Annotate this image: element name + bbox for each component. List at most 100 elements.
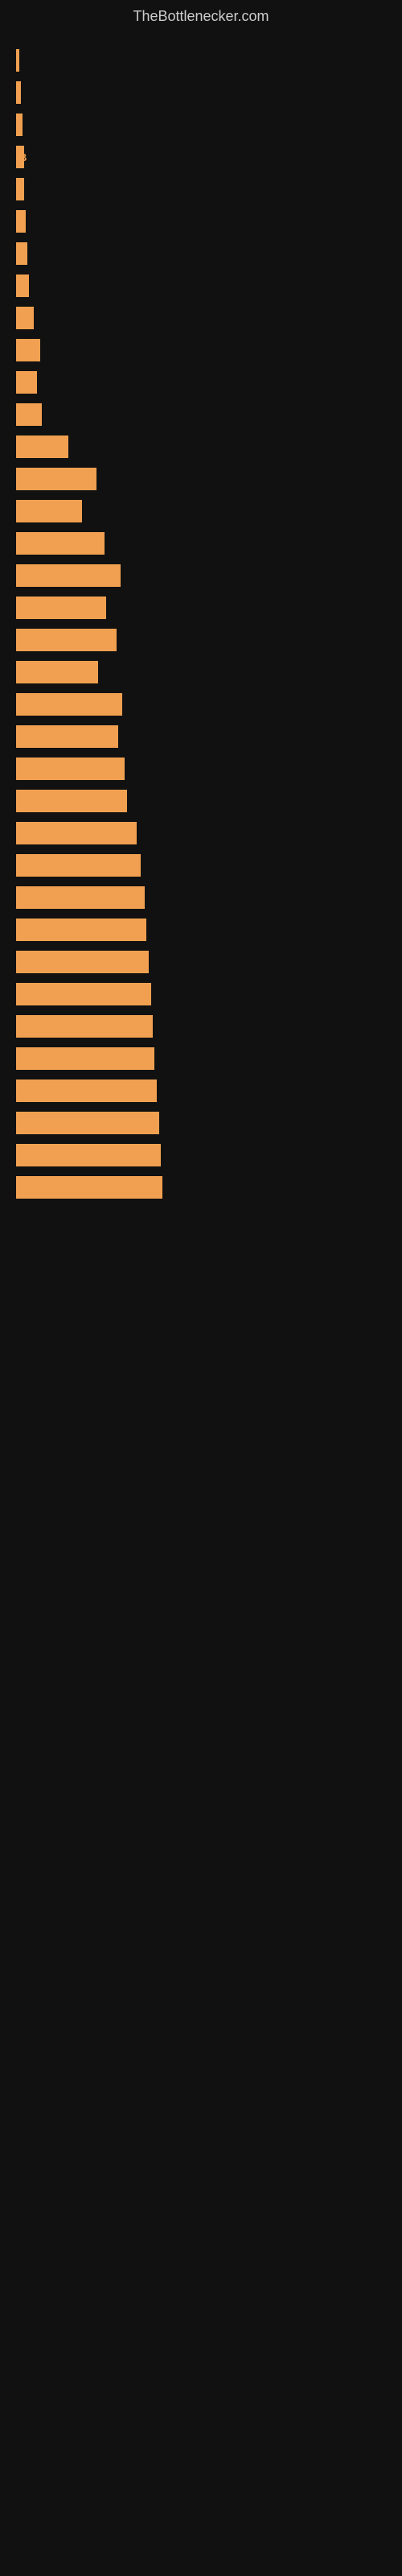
bar-label: Bottleneck result <box>19 795 104 807</box>
bar-label: Bo <box>19 312 33 324</box>
bar-label: Bottleneck result <box>19 828 104 840</box>
site-title: TheBottlenecker.com <box>0 0 402 41</box>
bar-block <box>16 81 21 104</box>
bar-row: Bottleneck result <box>16 693 386 716</box>
bar-block: Bottleneck result <box>16 1144 161 1166</box>
bar-row: Bottleneck result <box>16 790 386 812</box>
bar-block: Bottleneck result <box>16 790 127 812</box>
bar-label: B <box>19 248 27 260</box>
bar-row: Bottleneck result <box>16 1112 386 1134</box>
bar-row <box>16 210 386 233</box>
bar-row: Bottleneck result <box>16 919 386 941</box>
bar-block: Bottleneck result <box>16 886 145 909</box>
bar-row <box>16 49 386 72</box>
bar-row: Bottleneck result <box>16 1015 386 1038</box>
bar-block: Bottleneck result <box>16 1047 154 1070</box>
bar-label: Bottleneck result <box>19 570 104 582</box>
bar-label: Bottleneck resul <box>19 634 100 646</box>
bar-label: Bo <box>19 377 33 389</box>
bar-label: Bottleneck result <box>19 1117 104 1129</box>
bar-block: Bottlene <box>16 436 68 458</box>
bar-block: Bottleneck result <box>16 919 146 941</box>
bar-block: Bottleneck result <box>16 693 122 716</box>
bar-row: Bottleneck result <box>16 1144 386 1166</box>
bar-label: Bottleneck result <box>19 1021 104 1033</box>
bar-block <box>16 178 24 200</box>
bar-row: Bottleneck res <box>16 597 386 619</box>
bar-block <box>16 114 23 136</box>
bar-label: Bottleneck result <box>19 956 104 968</box>
bar-block: Bott <box>16 403 42 426</box>
bar-row: Bottlene <box>16 436 386 458</box>
bar-block: Bott <box>16 339 40 361</box>
bar-block: B <box>16 242 27 265</box>
bar-row: Bottleneck resul <box>16 725 386 748</box>
bar-row: Bottleneck result <box>16 1176 386 1199</box>
bar-block: Bottleneck res <box>16 532 105 555</box>
bar-block: Bottleneck result <box>16 951 149 973</box>
bar-block: Bottleneck resul <box>16 629 117 651</box>
bar-label: Bottleneck result <box>19 1053 104 1065</box>
bar-block: Bottleneck result <box>16 1080 157 1102</box>
bar-label: Bottleneck result <box>19 892 104 904</box>
bar-block: B <box>16 146 24 168</box>
bar-row: Bottleneck result <box>16 983 386 1005</box>
bar-label: Bottleneck result <box>19 1085 104 1097</box>
bar-row: Bottleneck result <box>16 822 386 844</box>
bar-label: Bottleneck res <box>19 538 92 550</box>
bar-row: Bottleneck result <box>16 564 386 587</box>
bar-row: Bottleneck result <box>16 1047 386 1070</box>
bar-block: Bottleneck result <box>16 758 125 780</box>
bar-row: Bottleneck res <box>16 532 386 555</box>
bar-row: Bottleneck re <box>16 468 386 490</box>
bar-block: Bottleneck <box>16 500 82 522</box>
bar-block: Bottleneck resul <box>16 725 118 748</box>
bar-block: Bottleneck result <box>16 983 151 1005</box>
bar-row: Bottleneck result <box>16 1080 386 1102</box>
bar-label: Bott <box>19 345 40 357</box>
bar-row: Bottleneck result <box>16 758 386 780</box>
bar-label: Bott <box>19 409 40 421</box>
bar-label: Bottleneck result <box>19 1150 104 1162</box>
bar-row <box>16 178 386 200</box>
bar-block: Bottleneck re <box>16 468 96 490</box>
bar-block <box>16 49 19 72</box>
bar-row: B <box>16 275 386 297</box>
bar-row: Bottleneck result <box>16 951 386 973</box>
bar-row: Bott <box>16 339 386 361</box>
bar-label: Bottleneck result <box>19 989 104 1001</box>
bar-label: Bottleneck <box>19 506 72 518</box>
bar-label: Bottleneck re <box>19 667 85 679</box>
bar-label: Bottlene <box>19 441 61 453</box>
bar-block: Bottleneck result <box>16 822 137 844</box>
bar-label: Bottleneck result <box>19 699 104 711</box>
bar-block: Bottleneck result <box>16 1015 153 1038</box>
bar-row: Bottleneck <box>16 500 386 522</box>
bar-label: Bottleneck result <box>19 924 104 936</box>
bar-label: B <box>19 151 27 163</box>
bar-label: Bottleneck result <box>19 763 104 775</box>
bar-block: Bo <box>16 307 34 329</box>
bar-block: B <box>16 275 29 297</box>
bar-row: Bo <box>16 307 386 329</box>
bar-label: Bottleneck res <box>19 602 92 614</box>
bar-label: Bottleneck re <box>19 473 85 485</box>
bar-block: Bottleneck result <box>16 1176 162 1199</box>
bar-row: Bott <box>16 403 386 426</box>
bar-row: Bottleneck resul <box>16 629 386 651</box>
bar-label: Bottleneck resul <box>19 731 100 743</box>
bar-row: B <box>16 146 386 168</box>
bar-block: Bo <box>16 371 37 394</box>
bars-container: B B B Bo Bott Bo Bott Bottlene Bottleneck re Bott… <box>0 41 402 1216</box>
bar-row: Bottleneck result <box>16 854 386 877</box>
bar-block: Bottleneck result <box>16 564 121 587</box>
bar-block: Bottleneck result <box>16 854 141 877</box>
bar-block: Bottleneck re <box>16 661 98 683</box>
bar-row <box>16 81 386 104</box>
bar-label: Bottleneck result <box>19 860 104 872</box>
bar-row: B <box>16 242 386 265</box>
bar-block <box>16 210 26 233</box>
bar-row <box>16 114 386 136</box>
bar-row: Bottleneck re <box>16 661 386 683</box>
bar-label: B <box>19 280 27 292</box>
